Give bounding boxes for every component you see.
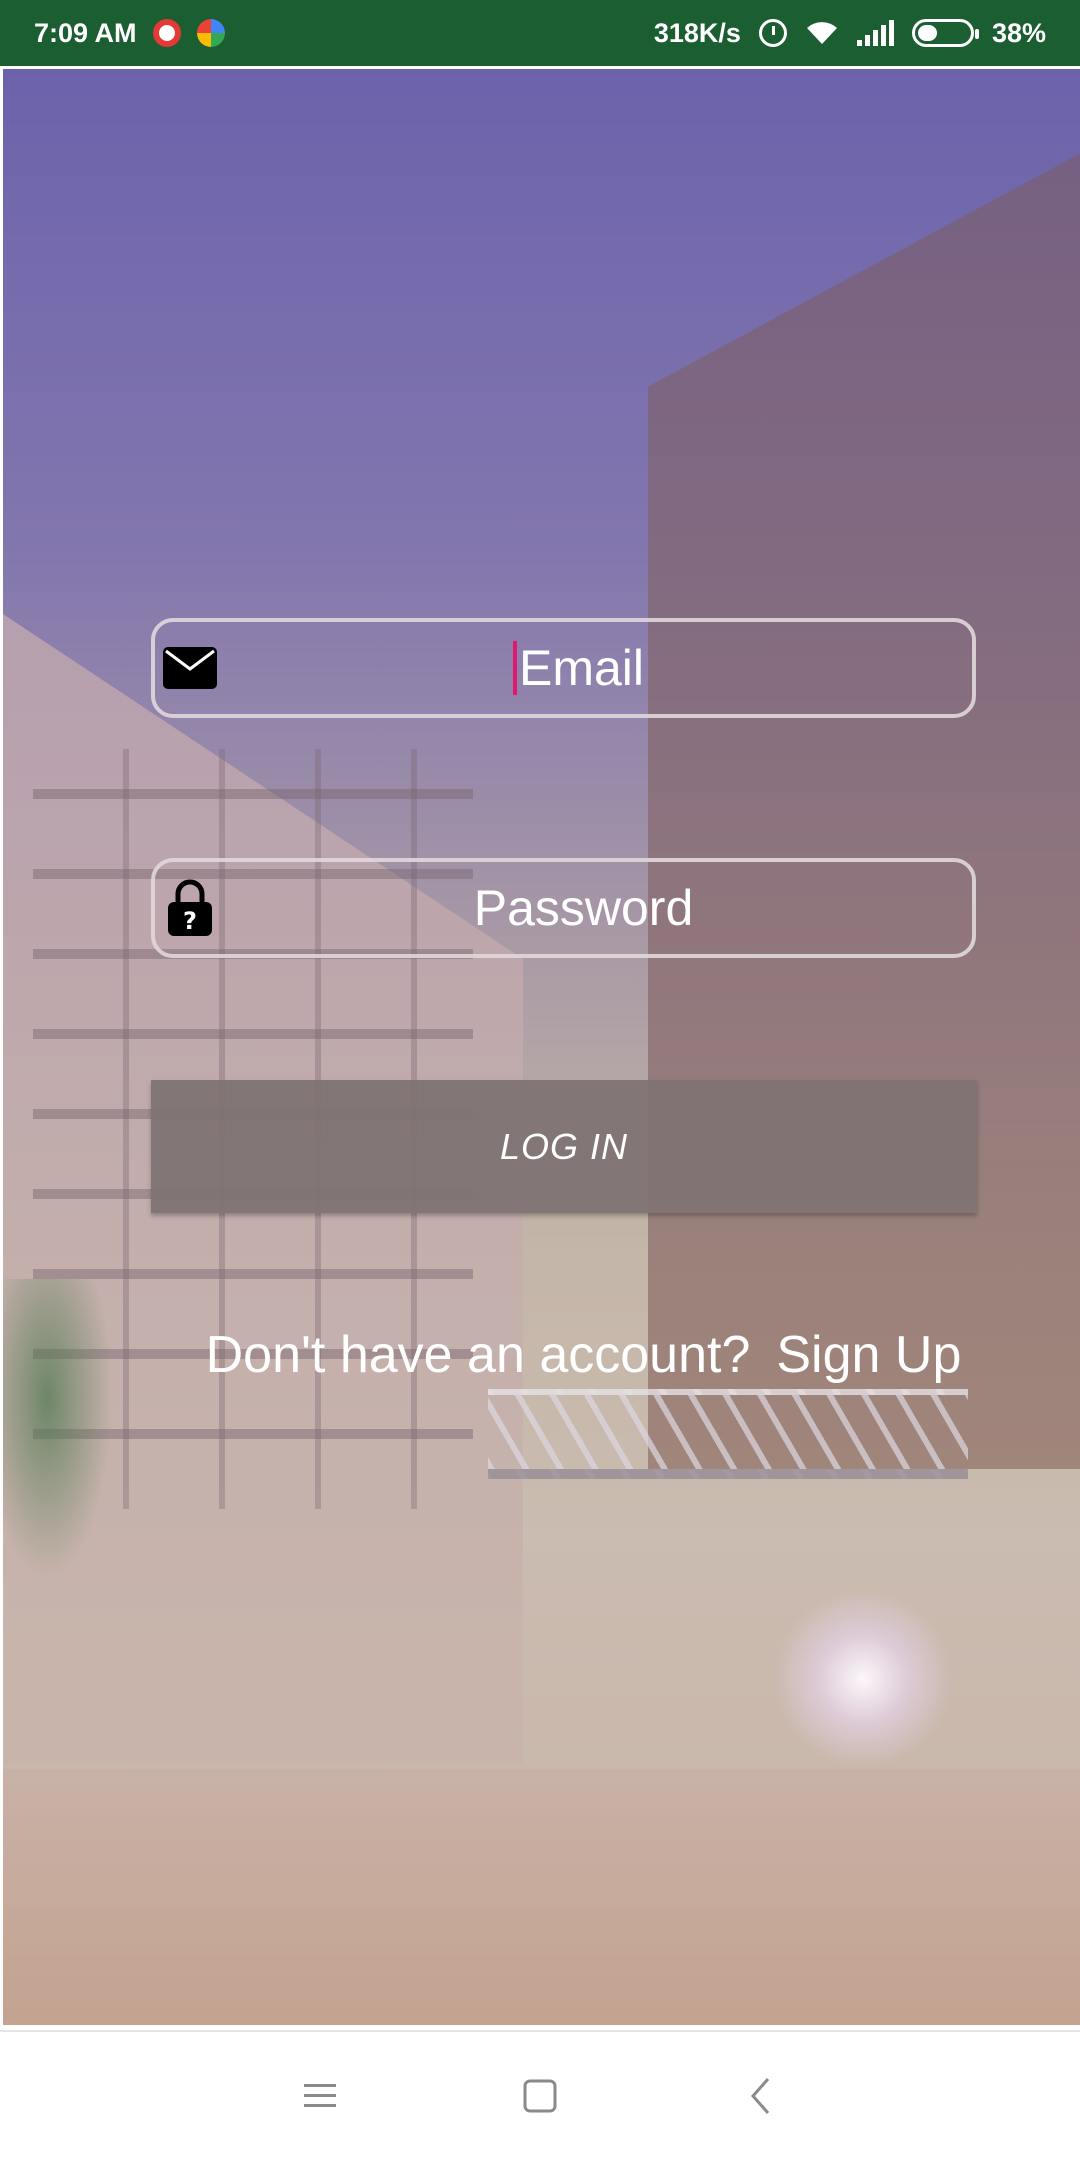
network-speed: 318K/s: [653, 17, 741, 48]
alarm-icon: [758, 19, 787, 47]
signup-link[interactable]: Sign Up: [776, 1325, 961, 1385]
background-light: [773, 1589, 953, 1769]
password-placeholder: Password: [473, 880, 694, 936]
battery-level: [917, 25, 937, 41]
status-right: 318K/s 38%: [654, 18, 1046, 49]
wifi-icon: [805, 20, 839, 46]
menu-icon[interactable]: [285, 2061, 355, 2131]
maps-icon: [196, 19, 225, 47]
signal-icon: [856, 20, 894, 46]
email-field[interactable]: Email: [151, 618, 976, 718]
email-placeholder: Email: [512, 639, 645, 697]
home-icon[interactable]: [505, 2061, 575, 2131]
battery-percent: 38%: [991, 17, 1046, 48]
lock-icon: ?: [161, 879, 219, 937]
status-time: 7:09 AM: [34, 17, 137, 48]
background-bridge: [488, 1389, 968, 1479]
status-bar: 7:09 AM 318K/s 38%: [0, 0, 1080, 66]
login-screen: [3, 69, 1080, 2025]
login-button-label: LOG IN: [499, 1125, 629, 1167]
status-left: 7:09 AM: [34, 18, 225, 49]
signup-row: Don't have an account? Sign Up: [0, 1320, 1077, 1390]
background-ground: [3, 1769, 1080, 2025]
envelope-icon: [161, 639, 219, 697]
login-button[interactable]: LOG IN: [151, 1080, 977, 1213]
alarm-clock-app-icon: [152, 19, 181, 47]
battery-icon: [911, 19, 979, 47]
background-building: [648, 149, 1080, 1469]
back-icon[interactable]: [725, 2061, 795, 2131]
email-placeholder-text: Email: [518, 640, 645, 696]
svg-text:?: ?: [183, 907, 197, 935]
signup-prompt: Don't have an account?: [205, 1326, 751, 1384]
text-cursor: [512, 641, 517, 695]
password-field[interactable]: ? Password: [151, 858, 976, 958]
navigation-bar: [0, 2030, 1080, 2160]
